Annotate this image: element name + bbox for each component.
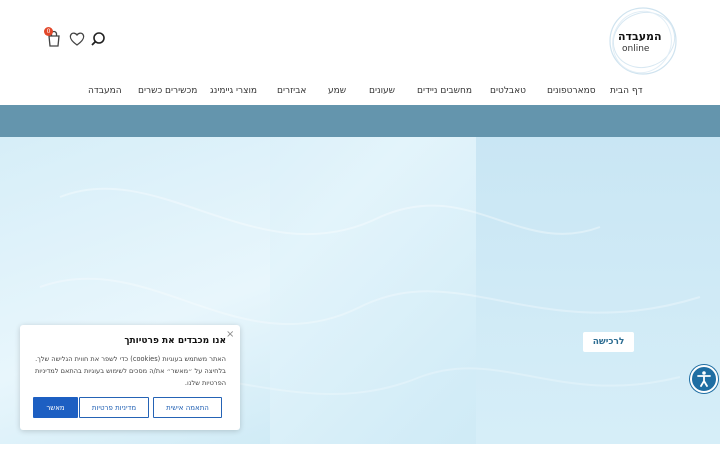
- hero-top-band: [0, 105, 720, 137]
- customize-button[interactable]: התאמה אישית: [153, 397, 222, 418]
- nav-item-smartphones[interactable]: סמארטפונים: [547, 86, 596, 96]
- nav-item-gaming[interactable]: מוצרי גיימינג: [210, 86, 257, 96]
- logo-subtitle: online: [622, 44, 650, 54]
- nav-item-lab[interactable]: המעבדה: [88, 86, 122, 96]
- cookie-consent-dialog: × אנו מכבדים את פרטיותך האתר משתמש בעוגי…: [20, 325, 240, 430]
- consent-text: האתר משתמש בעוגיות (cookies) כדי לשפר את…: [34, 355, 226, 387]
- accessibility-button[interactable]: [690, 365, 718, 393]
- logo-title: המעבדה: [618, 30, 662, 43]
- nav-item-accessories[interactable]: אביזרים: [277, 86, 306, 96]
- cart-icon[interactable]: 0: [44, 27, 66, 50]
- accept-button[interactable]: מאשר: [33, 397, 78, 418]
- nav-item-laptops[interactable]: מחשבים ניידים: [417, 86, 472, 96]
- site-header: המעבדה online 0 דף הבית סמארטפונים טאבלט…: [0, 0, 720, 105]
- consent-title: אנו מכבדים את פרטיותך: [124, 336, 226, 346]
- heart-icon[interactable]: [68, 30, 88, 50]
- nav-item-tablets[interactable]: טאבלטים: [490, 86, 526, 96]
- buy-button[interactable]: לרכישה: [583, 332, 634, 352]
- nav-item-watches[interactable]: שעונים: [369, 86, 395, 96]
- privacy-policy-button[interactable]: מדיניות פרטיות: [79, 397, 149, 418]
- accessibility-icon: [697, 371, 711, 387]
- nav-item-home[interactable]: דף הבית: [610, 86, 643, 96]
- nav-item-audio[interactable]: שמע: [328, 86, 346, 96]
- brand-logo[interactable]: המעבדה online: [606, 4, 680, 78]
- header-icons: 0: [44, 27, 109, 52]
- nav-item-kosher-devices[interactable]: מכשירים כשרים: [138, 86, 197, 96]
- main-nav: דף הבית סמארטפונים טאבלטים מחשבים ניידים…: [0, 86, 720, 102]
- close-icon[interactable]: ×: [226, 329, 234, 340]
- search-icon[interactable]: [89, 30, 109, 50]
- cart-count-badge: 0: [44, 27, 53, 36]
